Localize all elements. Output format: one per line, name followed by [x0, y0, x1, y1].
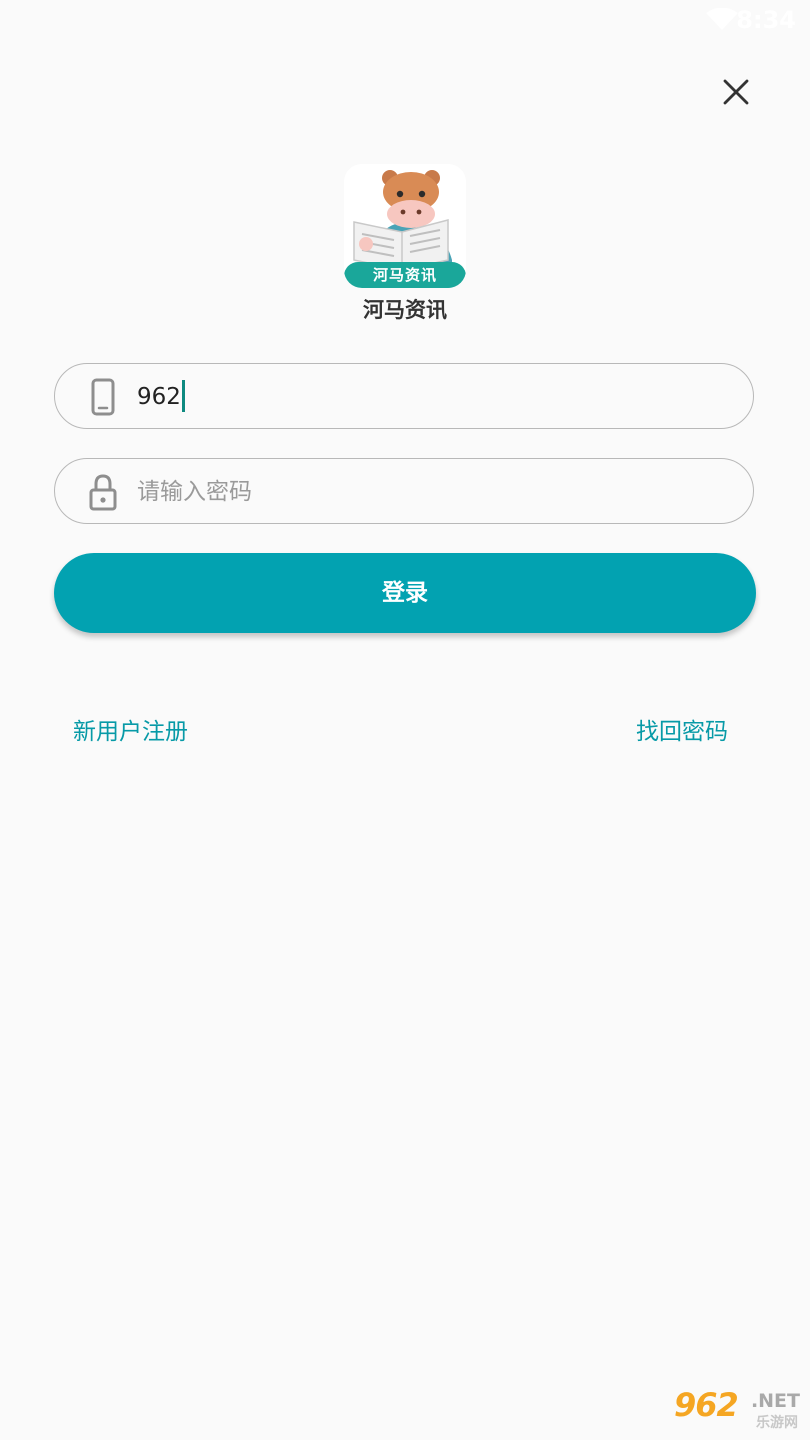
watermark-subtitle: 乐游网: [756, 1415, 798, 1431]
phone-input[interactable]: 962: [137, 364, 185, 430]
app-name: 河马资讯: [363, 298, 447, 322]
wifi-icon: [706, 8, 738, 30]
phone-field[interactable]: 962: [54, 363, 754, 429]
login-button[interactable]: 登录: [54, 553, 756, 633]
password-field[interactable]: 请输入密码: [54, 458, 754, 524]
status-time: 8:34: [736, 6, 796, 34]
app-logo: 河马资讯: [344, 164, 466, 288]
text-caret: [181, 379, 185, 412]
logo-banner: 河马资讯: [344, 262, 466, 288]
forgot-password-link[interactable]: 找回密码: [636, 712, 728, 746]
lock-icon: [89, 474, 117, 511]
status-bar: 8:34: [0, 0, 810, 40]
password-input[interactable]: 请输入密码: [137, 459, 252, 525]
close-icon: [723, 79, 749, 105]
site-watermark: 962 .NET 乐游网: [670, 1386, 804, 1432]
close-button[interactable]: [712, 68, 760, 116]
watermark-number: 962: [674, 1386, 739, 1424]
phone-input-value: 962: [137, 384, 181, 410]
phone-icon: [91, 378, 115, 416]
watermark-suffix: .NET: [750, 1390, 800, 1412]
register-link[interactable]: 新用户注册: [73, 712, 188, 746]
